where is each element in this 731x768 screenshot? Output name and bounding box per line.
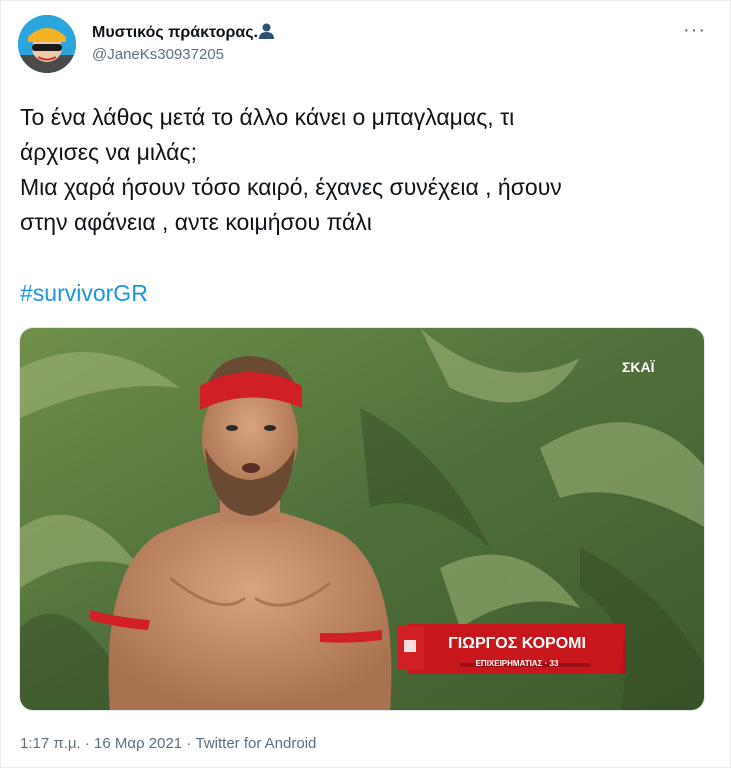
bust-silhouette-icon: [258, 23, 275, 41]
tweet-text-line: Το ένα λάθος μετά το άλλο κάνει ο μπαγλα…: [20, 104, 515, 130]
more-options-icon[interactable]: ···: [683, 20, 707, 40]
caption-name: ΓΙΩΡΓΟΣ ΚΟΡΟΜΙ: [448, 635, 586, 652]
tweet-text: Το ένα λάθος μετά το άλλο κάνει ο μπαγλα…: [20, 100, 710, 240]
tweet-meta: 1:17 π.μ. · 16 Μαρ 2021 · Twitter for An…: [20, 735, 316, 752]
tweet-timestamp-time[interactable]: 1:17 π.μ.: [20, 735, 81, 752]
author-display-name[interactable]: Μυστικός πράκτορας.: [92, 22, 275, 42]
author-handle[interactable]: @JaneKs30937205: [92, 46, 224, 63]
author-name-text: Μυστικός πράκτορας.: [92, 24, 258, 41]
avatar[interactable]: [18, 15, 76, 73]
hashtag-link[interactable]: #survivorGR: [20, 280, 148, 307]
tweet-text-line: άρχισες να μιλάς;: [20, 139, 197, 165]
channel-logo: ΣΚΑΪ: [622, 359, 656, 375]
tweet-source[interactable]: Twitter for Android: [195, 735, 316, 752]
tweet-text-line: Μια χαρά ήσουν τόσο καιρό, έχανες συνέχε…: [20, 174, 562, 200]
avatar-icon: [18, 15, 76, 73]
tweet-text-line: στην αφάνεια , αντε κοιμήσου πάλι: [20, 209, 372, 235]
media-image[interactable]: ΣΚΑΪ ΓΙΩΡΓΟΣ ΚΟΡΟΜΙ ΕΠΙΧΕΙΡΗΜΑΤΙΑΣ · 33: [19, 327, 705, 711]
tweet-timestamp-date[interactable]: 16 Μαρ 2021: [94, 735, 182, 752]
meta-separator: ·: [80, 735, 95, 752]
caption-subtitle: ΕΠΙΧΕΙΡΗΜΑΤΙΑΣ · 33: [476, 659, 559, 668]
tweet-card: Μυστικός πράκτορας. @JaneKs30937205 ··· …: [0, 0, 731, 768]
caption-banner: ΓΙΩΡΓΟΣ ΚΟΡΟΜΙ ΕΠΙΧΕΙΡΗΜΑΤΙΑΣ · 33: [398, 624, 626, 674]
meta-separator: ·: [182, 735, 196, 752]
